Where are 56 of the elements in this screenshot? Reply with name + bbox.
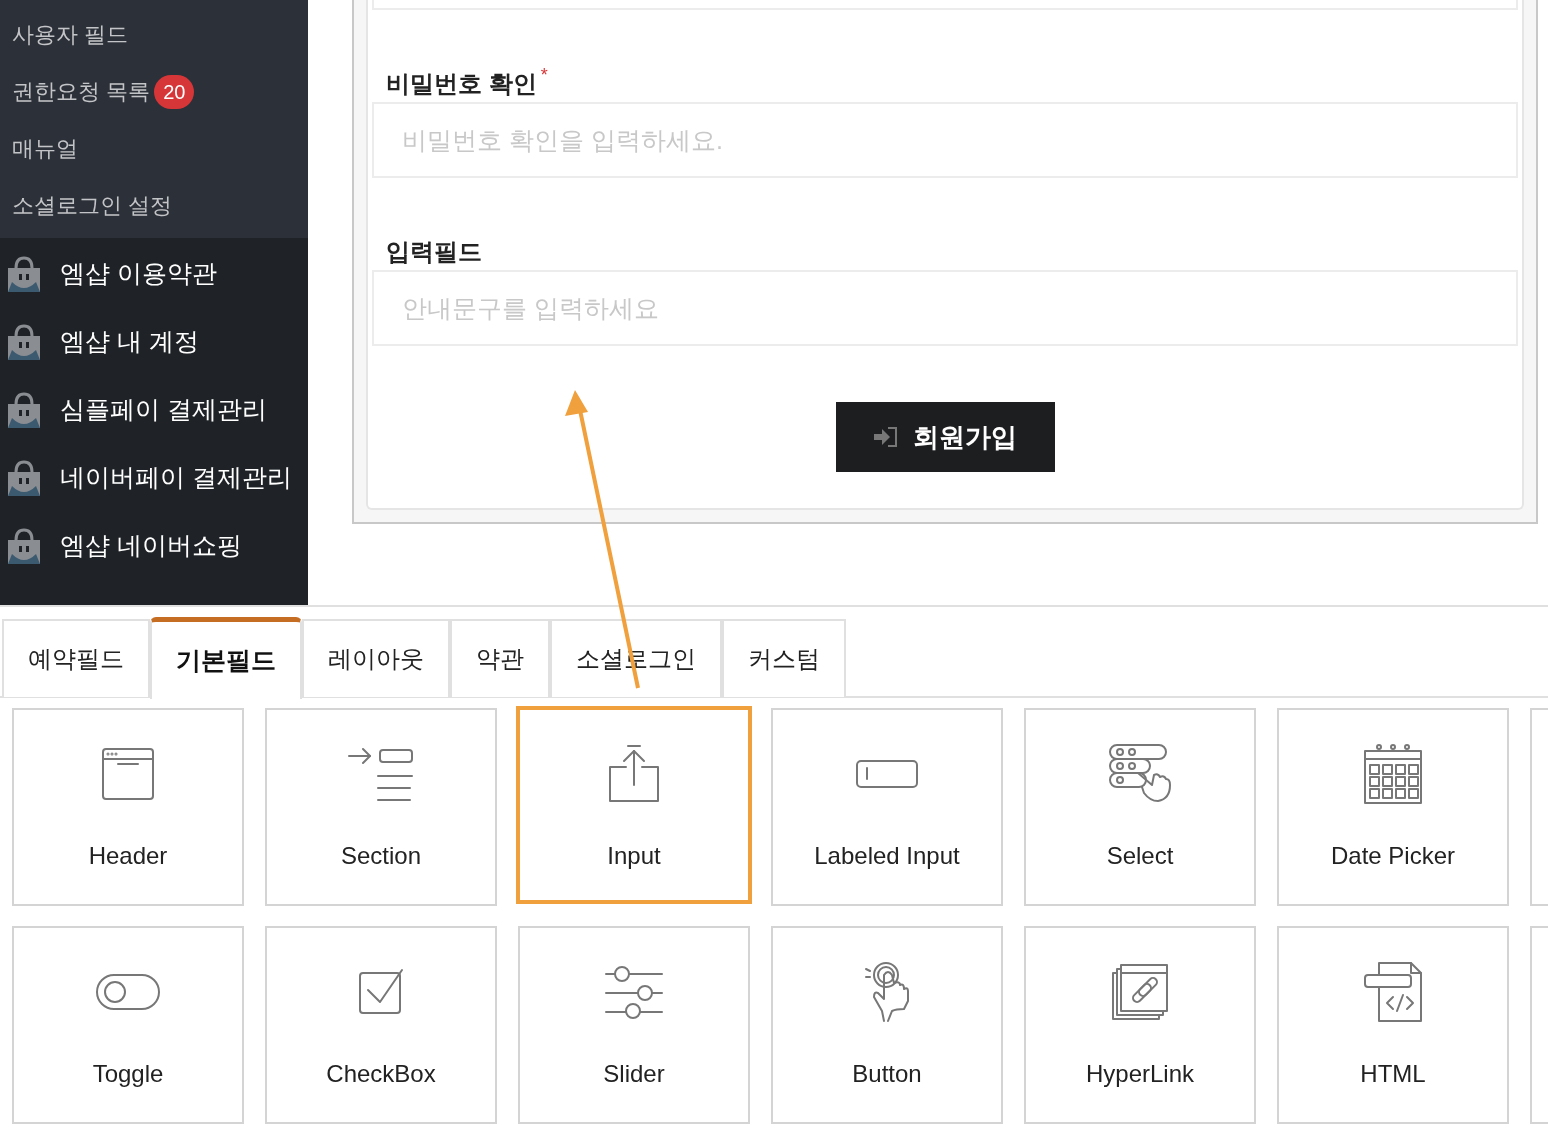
field-type-card[interactable]: HyperLink: [1024, 926, 1256, 1124]
card-label: Input: [607, 841, 661, 871]
sign-in-icon: [873, 426, 899, 448]
toggle-icon: [95, 973, 161, 1011]
card-label: HyperLink: [1085, 1059, 1194, 1089]
menu-item[interactable]: 엠샵 네이버쇼핑: [60, 527, 242, 565]
card-label: Section: [340, 841, 422, 871]
tab[interactable]: 예약필드: [2, 619, 150, 697]
tab[interactable]: 커스텀: [722, 619, 846, 697]
field-type-card[interactable]: Date Picker: [1277, 708, 1509, 906]
card-label: Labeled Input: [814, 841, 960, 871]
submenu-item[interactable]: 사용자 필드: [12, 18, 129, 51]
field-type-card[interactable]: HTML: [1277, 926, 1509, 1124]
text-field-icon: [855, 759, 919, 789]
card-label: Select: [1106, 841, 1174, 871]
menu-item[interactable]: 엠샵 내 계정: [60, 323, 199, 361]
field-type-card[interactable]: Button: [771, 926, 1003, 1124]
calendar-icon: [1363, 743, 1423, 805]
field-type-card[interactable]: Slider: [518, 926, 750, 1124]
sliders-icon: [604, 965, 664, 1019]
link-page-icon: [1111, 963, 1169, 1021]
code-file-icon: [1363, 961, 1423, 1023]
field-label: 입력필드: [386, 237, 482, 267]
window-icon: [102, 748, 154, 800]
tab[interactable]: 기본필드: [150, 617, 302, 699]
submenu-item[interactable]: 매뉴얼: [12, 132, 78, 165]
field-type-card[interactable]: Input: [516, 706, 752, 904]
submenu-item[interactable]: 소셜로그인 설정: [12, 189, 173, 222]
tab[interactable]: 레이아웃: [302, 619, 450, 697]
tap-hand-icon: [864, 961, 910, 1023]
count-badge: 20: [154, 74, 195, 109]
card-label: HTML: [1360, 1059, 1426, 1089]
menu-item[interactable]: 네이버페이 결제관리: [60, 459, 292, 497]
field-type-card[interactable]: Section: [265, 708, 497, 906]
menu-item[interactable]: 엠샵 이용약관: [60, 255, 217, 293]
field-type-card[interactable]: Select: [1024, 708, 1256, 906]
field-type-card[interactable]: CheckBox: [265, 926, 497, 1124]
card-label: Slider: [603, 1059, 665, 1089]
field-type-card[interactable]: Toggle: [12, 926, 244, 1124]
field-label: 비밀번호 확인: [386, 69, 537, 99]
field-type-card[interactable]: Header: [12, 708, 244, 906]
card-label: Toggle: [92, 1059, 164, 1089]
checkbox-icon: [358, 968, 404, 1016]
share-icon: [608, 745, 660, 803]
indent-list-icon: [348, 746, 414, 802]
menu-item[interactable]: 심플페이 결제관리: [60, 391, 267, 429]
card-label: Header: [88, 841, 168, 871]
submenu-item[interactable]: 권한요청 목록: [12, 75, 151, 108]
list-pointer-icon: [1108, 743, 1172, 805]
tab[interactable]: 약관: [450, 619, 550, 697]
card-label: Button: [852, 1059, 922, 1089]
signup-button[interactable]: 회원가입: [835, 402, 1055, 472]
card-label: Date Picker: [1330, 841, 1455, 871]
field-type-card[interactable]: Labeled Input: [771, 708, 1003, 906]
required-mark: *: [540, 66, 548, 84]
card-label: CheckBox: [326, 1059, 436, 1089]
